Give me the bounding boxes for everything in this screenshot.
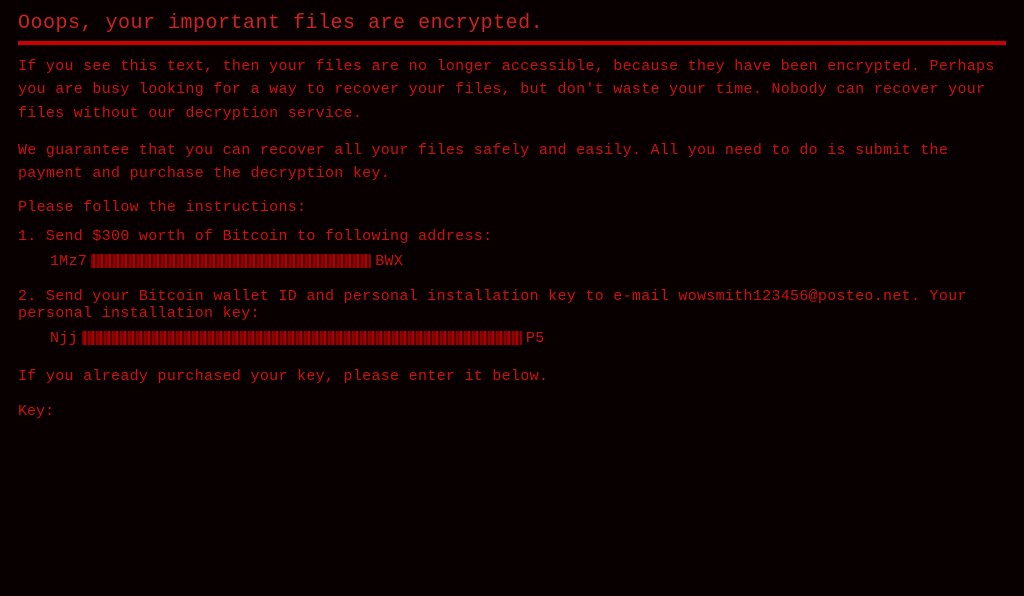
red-divider	[18, 41, 1006, 45]
step2-label: 2. Send your Bitcoin wallet ID and perso…	[18, 288, 1006, 322]
key-prompt-line: Key:	[18, 403, 1006, 420]
key-suffix: P5	[526, 330, 545, 347]
paragraph-1: If you see this text, then your files ar…	[18, 55, 1006, 125]
footer-section: If you already purchased your key, pleas…	[18, 365, 1006, 419]
bitcoin-prefix: 1Mz7	[50, 253, 87, 270]
bitcoin-address: 1Mz7 BWX	[50, 253, 1006, 270]
key-noise	[82, 331, 522, 345]
instruction-header: Please follow the instructions:	[18, 199, 1006, 216]
bitcoin-suffix: BWX	[375, 253, 403, 270]
footer-text: If you already purchased your key, pleas…	[18, 365, 1006, 388]
key-prefix: Njj	[50, 330, 78, 347]
bitcoin-noise	[91, 254, 371, 268]
key-prompt-label: Key:	[18, 403, 54, 420]
step1-label: 1. Send $300 worth of Bitcoin to followi…	[18, 228, 1006, 245]
title: Ooops, your important files are encrypte…	[18, 12, 1006, 35]
personal-key: Njj P5	[50, 330, 1006, 347]
ransomware-screen: Ooops, your important files are encrypte…	[0, 0, 1024, 596]
paragraph-2: We guarantee that you can recover all yo…	[18, 139, 1006, 186]
